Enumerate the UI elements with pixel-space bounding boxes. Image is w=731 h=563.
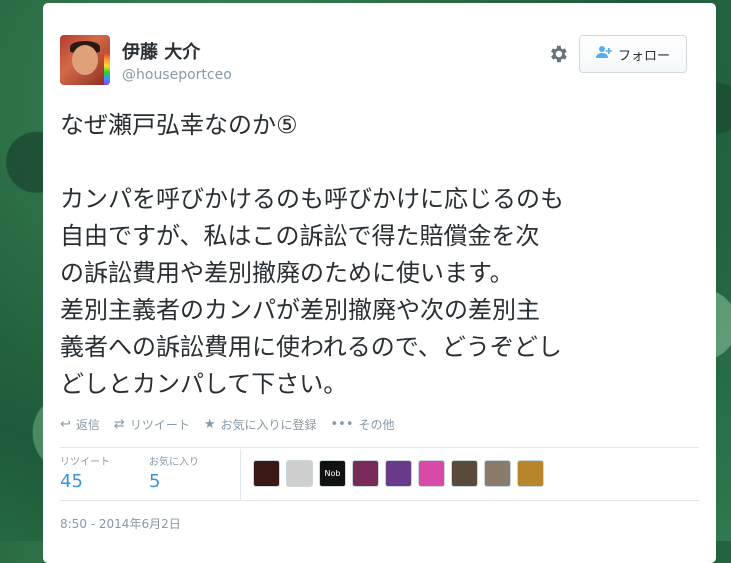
more-dots-icon: ••• [330,417,354,432]
avatar[interactable] [60,35,110,85]
favorite-count: 5 [149,471,161,492]
tweet-header: 伊藤 大介 @houseportceo フォロー [60,35,716,95]
favorite-stat[interactable]: お気に入り 5 [149,453,238,497]
tweet-timestamp[interactable]: 8:50 - 2014年6月2日 [60,515,181,532]
favoriter-avatar[interactable] [451,460,478,487]
favorite-stat-label: お気に入り [149,457,199,468]
more-label: その他 [358,418,395,432]
follow-button[interactable]: フォロー [579,35,687,73]
more-action[interactable]: ••• その他 [331,416,395,433]
tweet-text: なぜ瀬戸弘幸なのか⑤ カンパを呼びかけるのも呼びかけに応じるのも 自由ですが、私… [60,111,564,398]
add-user-icon [595,45,612,63]
favoriter-avatar[interactable]: Nob [319,460,346,487]
favorite-label: お気に入りに登録 [220,418,317,432]
divider [60,447,699,448]
tweet-actions: ↩ 返信 ⇄ リツイート ★ お気に入りに登録 ••• その他 [60,416,395,433]
favoriter-avatar[interactable] [385,460,412,487]
favoriter-avatar[interactable] [253,460,280,487]
reply-icon: ↩ [60,417,71,432]
reply-label: 返信 [75,418,100,432]
star-icon: ★ [203,417,216,432]
favoriter-avatar[interactable] [517,460,544,487]
favoriter-avatar[interactable] [484,460,511,487]
reply-action[interactable]: ↩ 返信 [60,416,100,433]
retweet-label: リツイート [129,418,190,432]
retweet-count: 45 [60,471,83,492]
divider [60,500,699,501]
user-handle[interactable]: @houseportceo [122,67,232,83]
avatar-face [72,45,98,75]
retweet-stat-label: リツイート [60,457,110,468]
retweet-action[interactable]: ⇄ リツイート [114,416,190,433]
favoriter-avatar[interactable] [286,460,313,487]
stats-separator [240,449,241,500]
favoriter-avatar[interactable] [418,460,445,487]
retweet-stat[interactable]: リツイート 45 [60,453,149,497]
tweet-card: 伊藤 大介 @houseportceo フォロー なぜ瀬戸弘幸なのか⑤ カンパを… [43,3,716,563]
rainbow-badge-icon [104,53,110,85]
tweet-stats: リツイート 45 お気に入り 5 [60,453,238,497]
follow-button-label: フォロー [617,48,670,64]
favoriter-avatar[interactable] [352,460,379,487]
user-name[interactable]: 伊藤 大介 [122,38,200,64]
retweet-icon: ⇄ [113,417,125,432]
gear-icon[interactable] [547,43,569,65]
favoriter-avatars: Nob [253,460,544,487]
favorite-action[interactable]: ★ お気に入りに登録 [204,416,317,433]
